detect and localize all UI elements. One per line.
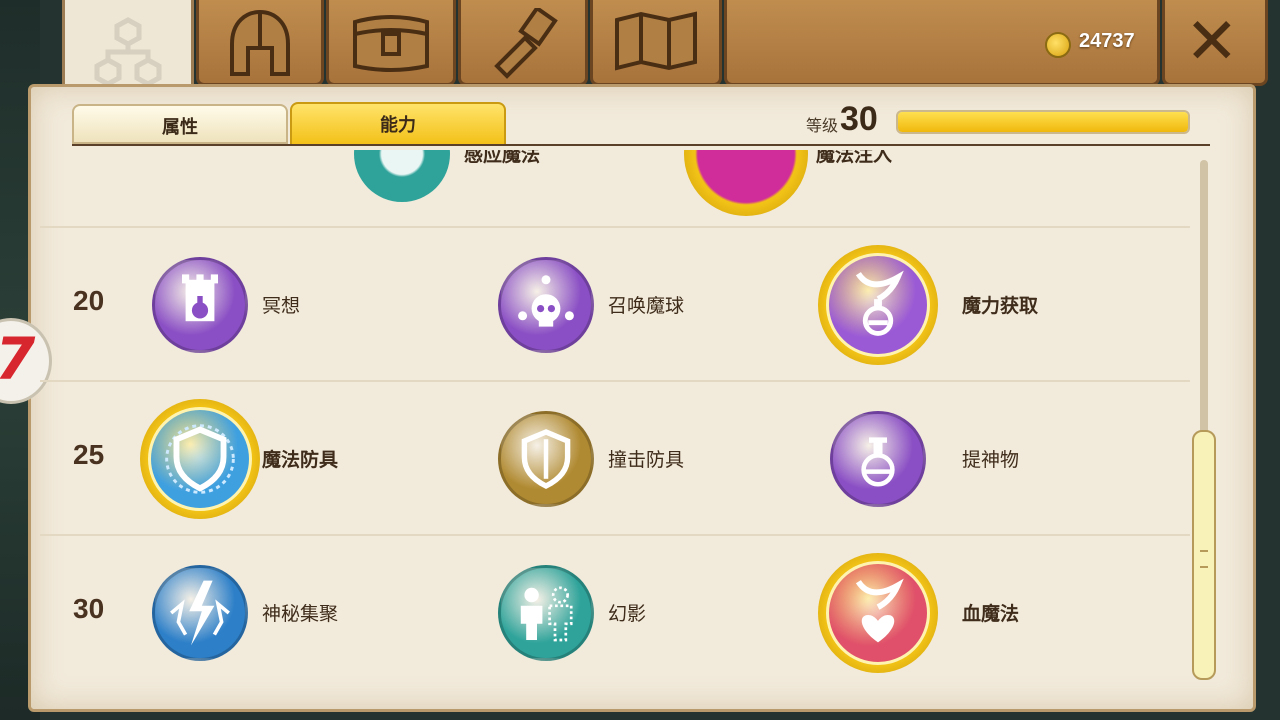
level-progress-fill xyxy=(898,112,1188,132)
close-icon: ✕ xyxy=(1185,5,1239,79)
scrollbar-thumb[interactable] xyxy=(1192,430,1216,680)
shield-icon[interactable] xyxy=(498,411,594,507)
currency-bar: 24737 xyxy=(724,0,1160,86)
tab-abilities[interactable]: 能力 xyxy=(290,102,506,146)
row-separator xyxy=(40,534,1190,536)
tab-map[interactable] xyxy=(590,0,722,86)
row-level: 30 xyxy=(73,593,105,624)
shield-icon-glyph xyxy=(521,429,571,490)
chest-icon xyxy=(353,15,429,72)
magic-shield-icon[interactable] xyxy=(140,399,260,519)
skill-icon-face xyxy=(826,561,930,665)
lightning-icon-glyph xyxy=(170,580,230,646)
tab-ability-tree[interactable] xyxy=(62,0,194,96)
row-separator xyxy=(40,226,1190,228)
row-level: 20 xyxy=(73,285,105,316)
skull-orbs-icon-glyph xyxy=(518,275,574,327)
coin-icon xyxy=(1045,32,1071,58)
skull-orbs-icon[interactable] xyxy=(498,257,594,353)
tab-equipment[interactable] xyxy=(196,0,324,86)
tab-attributes[interactable]: 属性 xyxy=(72,104,288,144)
skill-icon-face xyxy=(148,407,252,511)
skill-name: 魔法注入 xyxy=(816,150,893,166)
tab-inventory[interactable] xyxy=(326,0,456,86)
hammer-icon xyxy=(494,8,558,79)
skill-icon-face xyxy=(498,257,594,353)
hand-heart-icon-glyph xyxy=(855,578,904,643)
partial-row: 感应魔法 魔法注入 xyxy=(0,150,1280,220)
skill-tree-icon xyxy=(94,17,162,87)
hand-potion-icon-glyph xyxy=(855,270,904,336)
divider xyxy=(72,144,1210,146)
skill-name: 冥想 xyxy=(262,295,301,317)
potion-icon[interactable] xyxy=(830,411,926,507)
skill-icon-face xyxy=(152,565,248,661)
skill-name: 提神物 xyxy=(962,449,1020,471)
skill-name: 幻影 xyxy=(608,603,647,625)
map-icon xyxy=(615,11,697,71)
potion-icon-glyph xyxy=(861,437,895,487)
lightning-icon[interactable] xyxy=(152,565,248,661)
skill-name: 魔法防具 xyxy=(262,449,339,471)
skill-icon-face xyxy=(826,253,930,357)
level-label: 等级 xyxy=(806,116,839,135)
skill-icon-face xyxy=(498,411,594,507)
pink-orb-icon[interactable] xyxy=(684,150,808,216)
level-progress-bar xyxy=(896,110,1190,134)
magic-shield-icon-glyph xyxy=(165,424,235,494)
skill-icon-face xyxy=(498,565,594,661)
row-level: 25 xyxy=(73,439,105,470)
skill-name: 召唤魔球 xyxy=(608,295,685,317)
hand-potion-icon[interactable] xyxy=(818,245,938,365)
skill-name: 感应魔法 xyxy=(464,150,541,166)
close-button[interactable]: ✕ xyxy=(1162,0,1268,86)
tower-potion-icon-glyph xyxy=(182,274,218,322)
skill-icon-face xyxy=(830,411,926,507)
skill-icon-face xyxy=(152,257,248,353)
tab-crafting[interactable] xyxy=(458,0,588,86)
teal-orb-icon[interactable] xyxy=(354,150,450,202)
row-separator xyxy=(40,380,1190,382)
helmet-icon xyxy=(230,9,290,76)
coin-count: 24737 xyxy=(1079,30,1135,52)
phantom-icon-glyph xyxy=(520,586,573,642)
hand-heart-icon[interactable] xyxy=(818,553,938,673)
tower-potion-icon[interactable] xyxy=(152,257,248,353)
skill-name: 魔力获取 xyxy=(962,295,1039,317)
phantom-icon[interactable] xyxy=(498,565,594,661)
badge-text: 7 xyxy=(0,325,35,393)
skill-name: 血魔法 xyxy=(962,603,1020,625)
scroll-grip-icon xyxy=(1200,550,1208,568)
skill-name: 撞击防具 xyxy=(608,449,685,471)
skill-name: 神秘集聚 xyxy=(262,603,339,625)
level-value: 30 xyxy=(840,100,878,138)
